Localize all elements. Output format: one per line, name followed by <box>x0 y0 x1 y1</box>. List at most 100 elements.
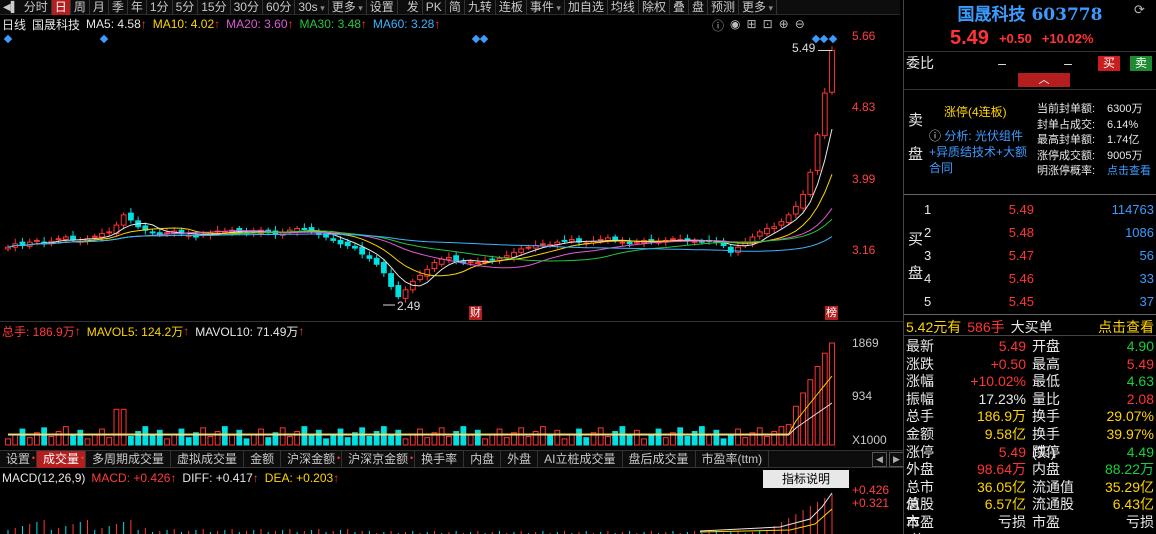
buy-button[interactable]: 买 <box>1098 55 1120 71</box>
period-tabs: 分时日周月季年1分5分15分30分60分30s更多设置 <box>21 0 398 15</box>
candle-body <box>829 49 835 93</box>
quote-row: 最新 5.49 开盘 4.90 <box>906 338 1154 354</box>
volume-bar <box>814 365 821 446</box>
indicator-tab[interactable]: 金额 <box>244 450 282 468</box>
function-tab[interactable]: 连板 <box>496 0 527 15</box>
candle-body <box>821 92 828 137</box>
volume-bar <box>62 426 69 446</box>
volume-bar <box>583 437 590 446</box>
period-tab[interactable]: 年 <box>128 0 147 15</box>
function-tab[interactable]: 预测 <box>708 0 739 15</box>
period-tab[interactable]: 5分 <box>173 0 199 15</box>
period-tab[interactable]: 季 <box>109 0 128 15</box>
period-tab[interactable]: 月 <box>90 0 109 15</box>
period-tab[interactable]: 日 <box>51 0 71 15</box>
indicator-tab[interactable]: 沪深京金额 • <box>342 450 416 468</box>
volume-bar <box>561 438 568 446</box>
period-tab[interactable]: 30s <box>295 0 329 15</box>
volume-bar <box>605 435 611 446</box>
volume-bar <box>221 426 228 446</box>
collapse-toggle[interactable]: ︿ <box>1018 73 1070 87</box>
volume-bar <box>388 434 394 446</box>
function-tab[interactable]: 除权 <box>639 0 670 15</box>
indicator-tab[interactable]: 内盘 <box>464 450 502 468</box>
tab-scroll-left-button[interactable]: ◀ <box>872 451 887 467</box>
kline-chart[interactable] <box>0 16 904 322</box>
macd-panel: MACD(12,26,9) MACD: +0.426 ↑ DIFF: +0.417… <box>0 469 904 534</box>
quote-row: 总手 186.9万 换手 29.07% <box>906 408 1154 425</box>
volume-bar <box>474 429 481 446</box>
indicator-tab[interactable]: 虚拟成交量 <box>171 450 245 468</box>
left-arrow-icon[interactable]: ◀▌ <box>0 2 21 13</box>
quote-row: 振幅 17.23% 量比 2.08 <box>906 390 1154 407</box>
volume-bar <box>619 426 626 446</box>
indicator-tab[interactable]: 多周期成交量 <box>86 450 172 468</box>
function-tab[interactable]: 更多 <box>739 0 778 15</box>
volume-bar <box>77 429 84 446</box>
tab-scroll-right-button[interactable]: ▶ <box>889 451 904 467</box>
volume-chart[interactable] <box>0 323 904 450</box>
probability-link[interactable]: 点击查看 <box>1107 164 1151 180</box>
candle-body <box>814 134 821 172</box>
price-row: 5.49 +0.50 +10.02% <box>950 27 1094 50</box>
indicator-tab[interactable]: AI立桩成交量 <box>538 450 623 468</box>
volume-bar <box>597 427 604 446</box>
function-tab[interactable]: 均线 <box>608 0 639 15</box>
period-tab[interactable]: 更多 <box>329 0 367 15</box>
indicator-tab[interactable]: 换手率 <box>415 450 465 468</box>
period-tab[interactable]: 分时 <box>21 0 52 15</box>
function-tab[interactable]: 叠 <box>670 0 689 15</box>
candle-body <box>467 261 474 264</box>
indicator-tab[interactable]: 沪深金额 • <box>281 450 343 468</box>
limit-status: 涨停(4连板) <box>944 105 1007 119</box>
event-marker-icon <box>819 34 829 44</box>
macd-chart[interactable] <box>0 469 904 534</box>
bid-row[interactable]: 1 5.49 114763 <box>924 198 1156 221</box>
volume-bar <box>164 438 170 446</box>
bid-row[interactable]: 3 5.47 56 <box>924 244 1156 267</box>
finance-marker[interactable]: 财 <box>469 306 482 320</box>
function-tab[interactable]: 加自选 <box>565 0 608 15</box>
function-tab[interactable]: 盘 <box>689 0 708 15</box>
candle-body <box>605 237 611 241</box>
function-tab[interactable]: 发 <box>404 0 423 15</box>
bid-row[interactable]: 2 5.48 1086 <box>924 221 1156 244</box>
period-tab[interactable]: 15分 <box>198 0 231 15</box>
seal-info: 当前封单额: 6300万 封单占成交: 6.14% 最高封单额: 1.74亿 涨停成交… <box>1037 102 1156 180</box>
volume-bar <box>142 426 149 446</box>
volume-bar <box>84 438 91 446</box>
volume-bar <box>48 435 55 446</box>
big-order-link[interactable]: 点击查看 <box>1098 317 1156 337</box>
volume-bar <box>800 392 806 446</box>
candle-body <box>55 238 62 241</box>
indicator-tab[interactable]: 外盘 <box>501 450 539 468</box>
refresh-icon[interactable]: ⟳ <box>1134 2 1145 18</box>
candle-body <box>34 239 40 242</box>
function-tab[interactable]: 简 <box>446 0 465 15</box>
period-toolbar: ◀▌ 分时日周月季年1分5分15分30分60分30s更多设置 发PK简九转连板事… <box>0 0 900 15</box>
vol-tick-1: 1869 <box>852 336 879 350</box>
function-tab[interactable]: PK <box>423 0 446 15</box>
sell-button[interactable]: 卖 <box>1130 55 1152 71</box>
period-tab[interactable]: 设置 <box>367 0 398 15</box>
bid-row[interactable]: 5 5.45 37 <box>924 290 1156 313</box>
candle-body <box>771 226 778 229</box>
indicator-tab[interactable]: 设置 • <box>0 450 38 468</box>
period-tab[interactable]: 周 <box>71 0 90 15</box>
indicator-tab[interactable]: 市盈率(ttm) <box>696 450 770 468</box>
period-tab[interactable]: 30分 <box>231 0 263 15</box>
function-tab[interactable]: 九转 <box>465 0 496 15</box>
bid-row[interactable]: 4 5.46 33 <box>924 267 1156 290</box>
indicator-tabbar: 设置 • 成交量 • 多周期成交量 虚拟成交量 金额 沪深金额 • 沪深京金额 • 换手率 内盘 外盘 AI… <box>0 450 904 468</box>
candle-body <box>366 255 373 259</box>
volume-bar <box>829 342 835 446</box>
volume-bar <box>207 435 214 446</box>
indicator-tab[interactable]: 成交量 • <box>37 450 87 468</box>
period-tab[interactable]: 1分 <box>147 0 173 15</box>
dragon-list-marker[interactable]: 榜 <box>825 306 838 320</box>
candle-body <box>380 262 387 274</box>
period-tab[interactable]: 60分 <box>263 0 296 15</box>
function-tab[interactable]: 事件 <box>527 0 565 15</box>
indicator-tab[interactable]: 盘后成交量 <box>623 450 696 468</box>
analysis-text[interactable]: ⓘ 分析: 光伏组件+异质结技术+大额合同 <box>929 128 1033 176</box>
